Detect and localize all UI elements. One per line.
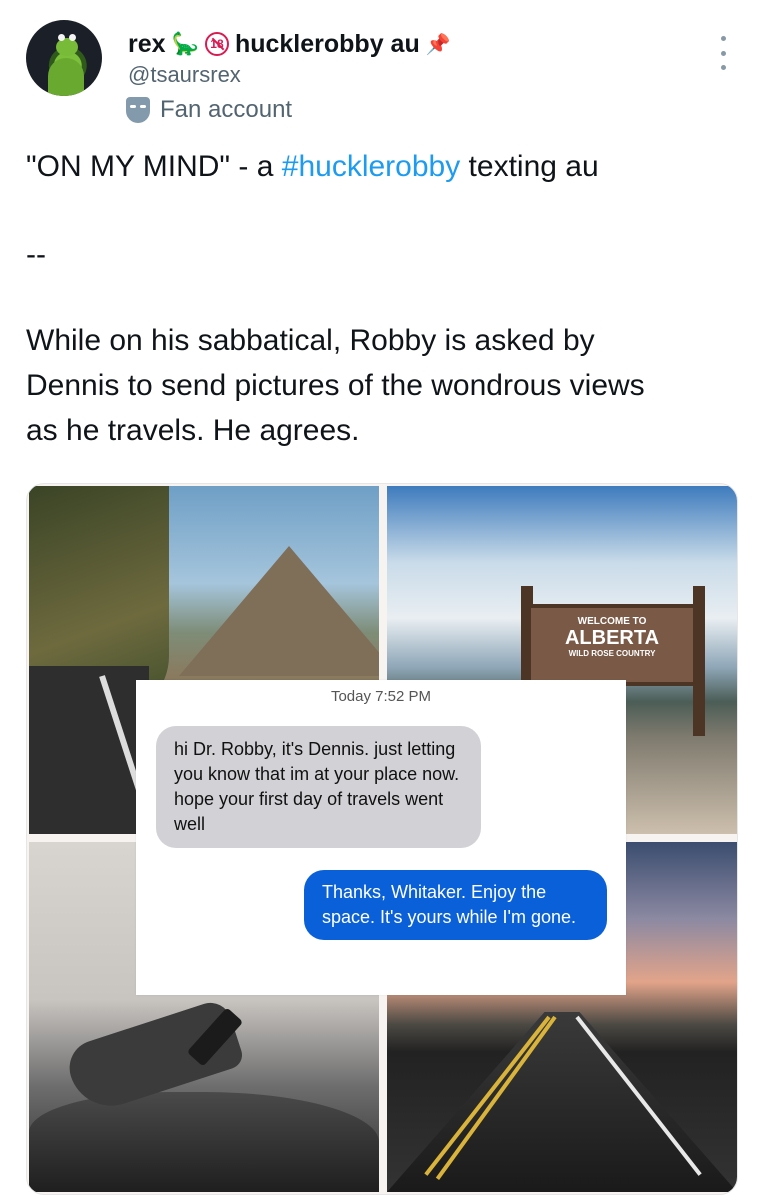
- account-label-row: Fan account: [126, 96, 292, 124]
- tweet-body-line: While on his sabbatical, Robby is asked …: [26, 324, 595, 357]
- tweet-separator: --: [26, 238, 46, 271]
- outgoing-message-bubble: Thanks, Whitaker. Enjoy the space. It's …: [304, 870, 607, 940]
- tweet-body: While on his sabbatical, Robby is asked …: [26, 318, 741, 453]
- theater-mask-icon: [126, 97, 150, 123]
- sign-line-2: ALBERTA: [564, 627, 660, 649]
- more-dot: [720, 50, 726, 56]
- tweet-title-prefix: "ON MY MIND" - a: [26, 150, 282, 183]
- tweet-body-line: as he travels. He agrees.: [26, 414, 360, 447]
- message-timestamp: Today 7:52 PM: [330, 688, 432, 705]
- more-dot: [720, 65, 726, 70]
- avatar[interactable]: [26, 20, 102, 96]
- tweet-title: "ON MY MIND" - a #hucklerobby texting au: [26, 150, 599, 184]
- avatar-frog-body: [48, 58, 84, 96]
- hashtag-link[interactable]: #hucklerobby: [282, 150, 460, 183]
- sign-line-3: WILD ROSE COUNTRY: [568, 649, 656, 658]
- display-name-suffix[interactable]: hucklerobby au: [235, 30, 420, 59]
- tweet-body-line: Dennis to send pictures of the wondrous …: [26, 369, 645, 402]
- age-18-badge-icon: 18: [204, 32, 229, 56]
- welcome-sign: WELCOME TO ALBERTA WILD ROSE COUNTRY: [527, 604, 697, 686]
- avatar-frog-eye: [69, 34, 76, 41]
- more-dot: [720, 36, 726, 41]
- bedsheet-shape: [29, 1092, 379, 1192]
- more-options-button[interactable]: [712, 36, 734, 70]
- message-screenshot: Today 7:52 PM hi Dr. Robby, it's Dennis.…: [136, 680, 626, 995]
- road-shape: [29, 666, 149, 834]
- mountain-shape: [179, 546, 379, 676]
- tweet-title-suffix: texting au: [460, 150, 599, 183]
- sign-line-1: WELCOME TO: [577, 616, 647, 627]
- dinosaur-emoji-icon: 🦕: [171, 31, 199, 56]
- display-name[interactable]: rex: [128, 30, 166, 59]
- avatar-frog-eye: [58, 34, 65, 41]
- user-handle[interactable]: @tsaursrex: [128, 62, 241, 88]
- display-name-row[interactable]: rex 🦕 18 hucklerobby au 📌: [128, 26, 451, 62]
- highway-shape: [387, 1012, 737, 1192]
- pushpin-emoji-icon: 📌: [425, 33, 451, 56]
- account-label: Fan account: [160, 96, 293, 123]
- incoming-message-bubble: hi Dr. Robby, it's Dennis. just letting …: [156, 726, 481, 848]
